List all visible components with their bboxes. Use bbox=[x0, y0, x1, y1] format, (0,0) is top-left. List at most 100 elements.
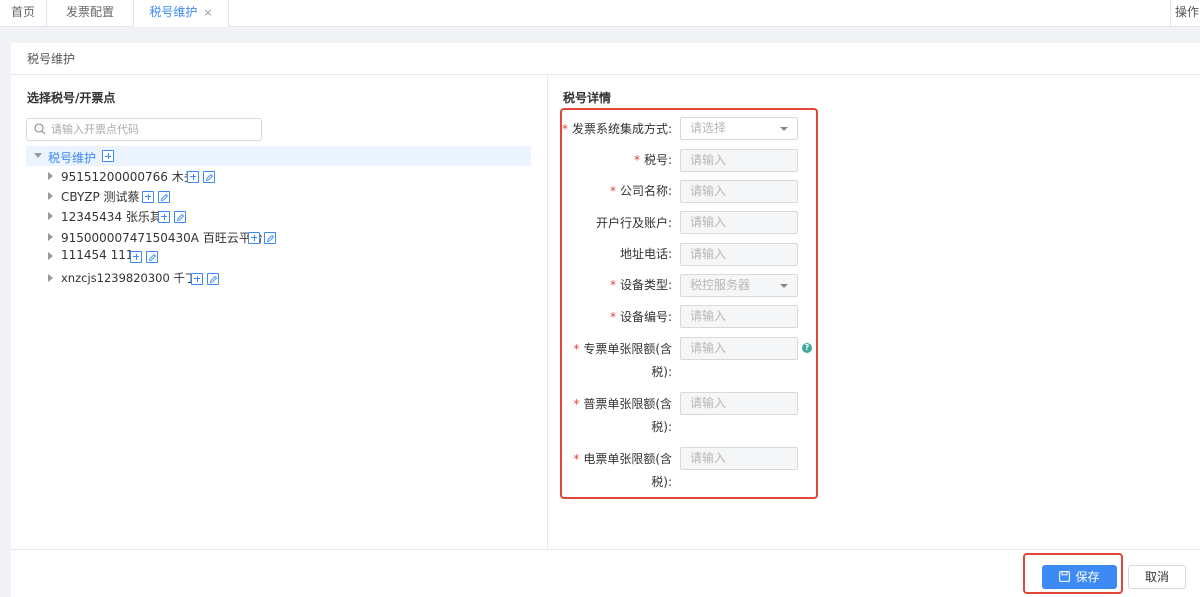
input-placeholder: 请输入 bbox=[690, 341, 727, 355]
field-label-text: 税号: bbox=[643, 153, 672, 167]
caret-right-icon[interactable] bbox=[48, 192, 53, 200]
field-label-continuation: 税): bbox=[651, 475, 672, 489]
field-label-text: 地址电话: bbox=[619, 247, 672, 261]
field-label: * 公司名称: bbox=[610, 181, 672, 201]
tree-item-label: 95151200000766 木头 bbox=[61, 170, 196, 184]
plus-icon[interactable] bbox=[187, 170, 199, 183]
select-value: 税控服务器 bbox=[690, 278, 751, 292]
tree-root-node[interactable]: 税号维护 bbox=[26, 146, 531, 166]
field-label: * 专票单张限额(含 bbox=[573, 339, 672, 359]
plus-icon[interactable] bbox=[102, 150, 114, 162]
left-section-title: 选择税号/开票点 bbox=[27, 91, 116, 105]
input-placeholder: 请输入 bbox=[690, 184, 727, 198]
cancel-button-label: 取消 bbox=[1144, 570, 1169, 584]
caret-right-icon[interactable] bbox=[48, 172, 53, 180]
field-label-text: 公司名称: bbox=[619, 184, 672, 198]
bank-account-input[interactable]: 请输入 bbox=[680, 211, 798, 234]
electronic-invoice-limit-input[interactable]: 请输入 bbox=[680, 447, 798, 470]
edit-icon[interactable] bbox=[202, 170, 215, 183]
field-label-text: 开户行及账户: bbox=[595, 216, 672, 230]
field-label: 开户行及账户: bbox=[596, 213, 672, 233]
tab-label: 首页 bbox=[10, 5, 35, 19]
field-label-text: 设备类型: bbox=[619, 278, 672, 292]
input-placeholder: 请输入 bbox=[690, 247, 727, 261]
required-mark: * bbox=[609, 310, 616, 324]
field-label-continuation: 税): bbox=[651, 365, 672, 379]
edit-icon[interactable] bbox=[206, 272, 219, 285]
device-type-select[interactable]: 税控服务器 bbox=[680, 274, 798, 297]
search-box[interactable] bbox=[26, 118, 262, 141]
special-invoice-limit-input[interactable]: 请输入 bbox=[680, 337, 798, 360]
field-label: * 电票单张限额(含 bbox=[573, 449, 672, 469]
help-icon[interactable]: ? bbox=[802, 343, 812, 353]
tree-item-label: 12345434 张乐其 bbox=[61, 210, 162, 224]
caret-right-icon[interactable] bbox=[48, 252, 53, 260]
input-placeholder: 请输入 bbox=[690, 153, 727, 167]
edit-icon[interactable] bbox=[157, 190, 170, 203]
field-label-text: 普票单张限额(含 bbox=[583, 397, 672, 411]
required-mark: * bbox=[573, 452, 580, 466]
edit-icon[interactable] bbox=[145, 250, 158, 263]
field-label: 地址电话: bbox=[620, 244, 672, 264]
tree-item-label: xnzcjs1239820300 千丁 bbox=[61, 271, 197, 285]
input-placeholder: 请输入 bbox=[690, 396, 727, 410]
caret-right-icon[interactable] bbox=[48, 274, 53, 282]
field-label: * 设备编号: bbox=[610, 307, 672, 327]
field-label-text: 专票单张限额(含 bbox=[583, 342, 672, 356]
field-label-text: 发票系统集成方式: bbox=[571, 122, 672, 136]
input-placeholder: 请输入 bbox=[690, 215, 727, 229]
input-placeholder: 请输入 bbox=[690, 309, 727, 323]
tab-label: 税号维护 bbox=[149, 5, 198, 19]
save-icon bbox=[1059, 571, 1071, 582]
field-label-continuation: 税): bbox=[651, 420, 672, 434]
tab-tax-number-maintenance[interactable]: 税号维护 × bbox=[134, 0, 229, 27]
field-label-text: 电票单张限额(含 bbox=[583, 452, 672, 466]
required-mark: * bbox=[561, 122, 568, 136]
right-section-title: 税号详情 bbox=[563, 91, 612, 105]
dropdown-arrow-icon bbox=[780, 284, 788, 288]
dropdown-arrow-icon bbox=[780, 127, 788, 131]
caret-right-icon[interactable] bbox=[48, 233, 53, 241]
address-phone-input[interactable]: 请输入 bbox=[680, 243, 798, 266]
tree-item-label: 111454 111 bbox=[61, 248, 134, 262]
tree-item-label: CBYZP 测试蔡 bbox=[61, 190, 140, 204]
plus-icon[interactable] bbox=[158, 210, 170, 223]
operations-label: 操作 bbox=[1174, 5, 1199, 19]
plus-icon[interactable] bbox=[130, 250, 142, 263]
panel-title: 税号维护 bbox=[11, 43, 1200, 75]
tab-home[interactable]: 首页 bbox=[0, 0, 47, 27]
tree-root-label: 税号维护 bbox=[48, 151, 97, 165]
required-mark: * bbox=[609, 184, 616, 198]
search-input[interactable] bbox=[51, 121, 256, 138]
cancel-button[interactable]: 取消 bbox=[1128, 565, 1186, 589]
device-number-input[interactable]: 请输入 bbox=[680, 305, 798, 328]
column-divider bbox=[547, 75, 548, 549]
operations-menu[interactable]: 操作 bbox=[1170, 0, 1200, 27]
plus-icon[interactable] bbox=[248, 231, 260, 244]
edit-icon[interactable] bbox=[263, 231, 276, 244]
tab-invoice-config[interactable]: 发票配置 bbox=[47, 0, 134, 27]
field-label: * 发票系统集成方式: bbox=[562, 119, 672, 139]
plus-icon[interactable] bbox=[142, 190, 154, 203]
save-button[interactable]: 保存 bbox=[1042, 565, 1117, 589]
save-button-label: 保存 bbox=[1075, 570, 1100, 584]
close-icon[interactable]: × bbox=[203, 6, 212, 19]
required-mark: * bbox=[573, 397, 580, 411]
integration-method-select[interactable]: 请选择 bbox=[680, 117, 798, 140]
required-mark: * bbox=[573, 342, 580, 356]
plus-icon[interactable] bbox=[191, 272, 203, 285]
general-invoice-limit-input[interactable]: 请输入 bbox=[680, 392, 798, 415]
field-label: * 普票单张限额(含 bbox=[573, 394, 672, 414]
edit-icon[interactable] bbox=[173, 210, 186, 223]
field-label: * 税号: bbox=[634, 150, 672, 170]
field-label: * 设备类型: bbox=[610, 275, 672, 295]
caret-down-icon[interactable] bbox=[34, 153, 42, 158]
company-name-input[interactable]: 请输入 bbox=[680, 180, 798, 203]
input-placeholder: 请输入 bbox=[690, 451, 727, 465]
tree-item-label: 91500000747150430A 百旺云平台 bbox=[61, 231, 263, 245]
search-icon bbox=[34, 123, 46, 135]
tax-number-input[interactable]: 请输入 bbox=[680, 149, 798, 172]
select-placeholder: 请选择 bbox=[690, 121, 727, 135]
top-tab-bar: 首页 发票配置 税号维护 × 操作 bbox=[0, 0, 1200, 27]
caret-right-icon[interactable] bbox=[48, 212, 53, 220]
